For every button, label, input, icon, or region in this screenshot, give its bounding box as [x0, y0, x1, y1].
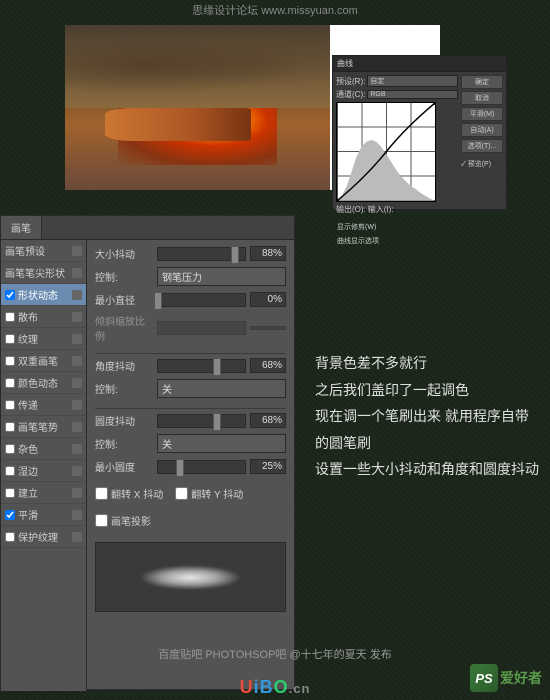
watermark-site: 思缘设计论坛	[192, 5, 258, 17]
brush-option-4[interactable]: 纹理	[1, 328, 86, 350]
curves-graph[interactable]	[336, 102, 436, 202]
brush-option-9[interactable]: 杂色	[1, 438, 86, 460]
brush-option-13[interactable]: 保护纹理	[1, 526, 86, 548]
size-jitter-value[interactable]: 88%	[250, 246, 286, 261]
brush-option-8[interactable]: 画笔笔势	[1, 416, 86, 438]
instruction-line-4: 设置一些大小抖动和角度和圆度抖动	[315, 456, 540, 483]
ps-badge: PS	[470, 664, 498, 692]
input-label: 输入(I):	[368, 204, 394, 215]
brush-settings: 大小抖动 88% 控制: 钢笔压力 最小直径 0% 倾斜缩放比例 角度抖动	[87, 240, 294, 691]
brush-option-12[interactable]: 平滑	[1, 504, 86, 526]
lock-icon[interactable]	[72, 532, 82, 542]
ps-logo: PS 爱好者	[470, 664, 542, 692]
brush-option-3[interactable]: 散布	[1, 306, 86, 328]
brush-option-7[interactable]: 传递	[1, 394, 86, 416]
preset-label: 预设(R):	[336, 76, 365, 87]
instruction-line-1: 背景色差不多就行	[315, 350, 540, 377]
brush-option-10[interactable]: 湿边	[1, 460, 86, 482]
brush-option-1[interactable]: 画笔笔尖形状	[1, 262, 86, 284]
curve-display-opts[interactable]: 曲线显示选项	[337, 236, 379, 246]
brush-panel: 画笔 画笔预设画笔笔尖形状形状动态散布纹理双重画笔颜色动态传递画笔笔势杂色湿边建…	[0, 215, 295, 690]
lock-icon[interactable]	[72, 356, 82, 366]
brush-option-5[interactable]: 双重画笔	[1, 350, 86, 372]
preview-check[interactable]: ✓ 预览(P)	[461, 159, 503, 169]
brush-option-2[interactable]: 形状动态	[1, 284, 86, 306]
top-watermark: 思缘设计论坛 www.missyuan.com	[192, 2, 358, 18]
brush-option-11[interactable]: 建立	[1, 482, 86, 504]
flip-x-check[interactable]: 翻转 X 抖动	[95, 486, 163, 501]
tilt-scale-slider	[157, 321, 246, 335]
ok-button[interactable]: 确定	[461, 75, 503, 89]
footer-credit: 百度贴吧 PHOTOHSOP吧 @十七年的夏天 发布	[158, 646, 391, 662]
channel-select[interactable]: RGB	[367, 90, 458, 99]
instruction-line-3: 现在调一个笔刷出来 就用程序自带的圆笔刷	[315, 403, 540, 456]
lock-icon[interactable]	[72, 422, 82, 432]
uibo-watermark: UiBO.cn	[240, 677, 311, 698]
cancel-button[interactable]: 取消	[461, 91, 503, 105]
min-diameter-value[interactable]: 0%	[250, 292, 286, 307]
min-diameter-label: 最小直径	[95, 292, 153, 307]
lock-icon[interactable]	[72, 444, 82, 454]
ps-text: 爱好者	[500, 668, 542, 688]
instruction-line-2: 之后我们盖印了一起调色	[315, 377, 540, 404]
brush-option-0[interactable]: 画笔预设	[1, 240, 86, 262]
lock-icon[interactable]	[72, 378, 82, 388]
channel-label: 通道(C):	[336, 89, 365, 100]
options-button[interactable]: 选项(T)...	[461, 139, 503, 153]
min-round-label: 最小圆度	[95, 459, 153, 474]
tilt-scale-label: 倾斜缩放比例	[95, 313, 153, 343]
angle-jitter-slider[interactable]	[157, 359, 246, 373]
control1-label: 控制:	[95, 269, 153, 284]
lock-icon[interactable]	[72, 268, 82, 278]
smooth-button[interactable]: 平滑(M)	[461, 107, 503, 121]
round-jitter-slider[interactable]	[157, 414, 246, 428]
min-round-slider[interactable]	[157, 460, 246, 474]
lock-icon[interactable]	[72, 334, 82, 344]
curves-dialog: 曲线 预设(R): 自定 通道(C): RGB	[332, 55, 507, 210]
flip-y-check[interactable]: 翻转 Y 抖动	[175, 486, 243, 501]
instructions-text: 背景色差不多就行 之后我们盖印了一起调色 现在调一个笔刷出来 就用程序自带的圆笔…	[315, 350, 540, 483]
control1-select[interactable]: 钢笔压力	[157, 267, 286, 286]
control3-label: 控制:	[95, 436, 153, 451]
round-jitter-value[interactable]: 68%	[250, 413, 286, 428]
control2-select[interactable]: 关	[157, 379, 286, 398]
lock-icon[interactable]	[72, 290, 82, 300]
control2-label: 控制:	[95, 381, 153, 396]
angle-jitter-label: 角度抖动	[95, 358, 153, 373]
show-clip[interactable]: 显示修剪(W)	[337, 222, 376, 232]
min-round-value[interactable]: 25%	[250, 459, 286, 474]
brush-option-6[interactable]: 颜色动态	[1, 372, 86, 394]
auto-button[interactable]: 自动(A)	[461, 123, 503, 137]
lock-icon[interactable]	[72, 312, 82, 322]
size-jitter-slider[interactable]	[157, 247, 246, 261]
size-jitter-label: 大小抖动	[95, 246, 153, 261]
curves-title: 曲线	[333, 56, 506, 72]
lock-icon[interactable]	[72, 400, 82, 410]
brush-preview	[95, 542, 286, 612]
control3-select[interactable]: 关	[157, 434, 286, 453]
brush-options-list: 画笔预设画笔笔尖形状形状动态散布纹理双重画笔颜色动态传递画笔笔势杂色湿边建立平滑…	[1, 240, 87, 691]
round-jitter-label: 圆度抖动	[95, 413, 153, 428]
lock-icon[interactable]	[72, 466, 82, 476]
lock-icon[interactable]	[72, 246, 82, 256]
angle-jitter-value[interactable]: 68%	[250, 358, 286, 373]
min-diameter-slider[interactable]	[157, 293, 246, 307]
lock-icon[interactable]	[72, 488, 82, 498]
brush-tabs: 画笔	[1, 216, 294, 240]
preset-select[interactable]: 自定	[367, 75, 458, 87]
helicopter-image	[65, 25, 330, 190]
tilt-scale-value	[250, 326, 286, 330]
lock-icon[interactable]	[72, 510, 82, 520]
brush-tab[interactable]: 画笔	[1, 216, 42, 239]
output-label: 输出(O):	[336, 204, 366, 215]
watermark-url: www.missyuan.com	[261, 5, 358, 17]
brush-proj-check[interactable]: 画笔投影	[95, 513, 151, 528]
